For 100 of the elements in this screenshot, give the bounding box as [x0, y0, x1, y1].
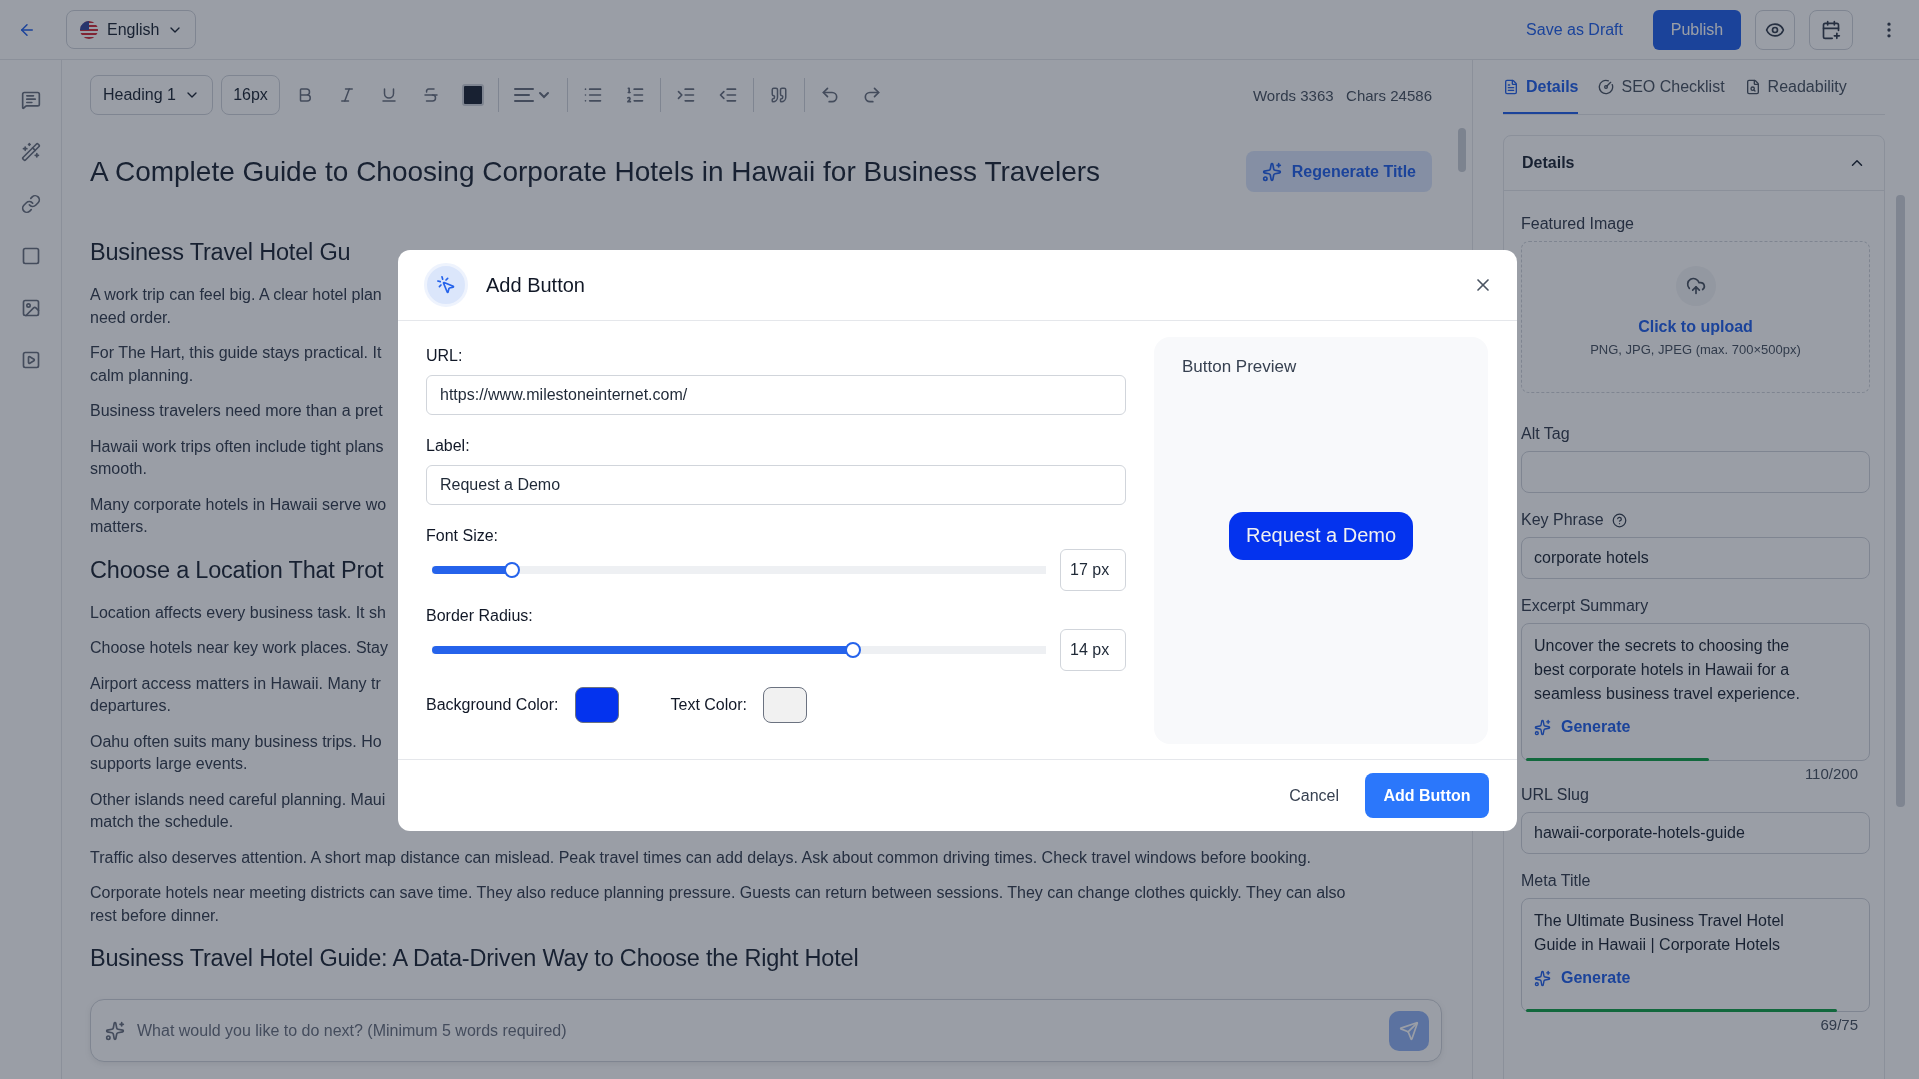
field-label: Alt Tag	[1521, 425, 1570, 443]
quote-icon[interactable]	[770, 86, 788, 104]
value-field[interactable]: 14 px	[1060, 629, 1126, 671]
paragraph: Choose hotels near key work places. Stay	[90, 638, 388, 658]
text-field[interactable]: https://www.milestoneinternet.com/	[426, 375, 1126, 415]
scrollbar-thumb[interactable]	[1458, 128, 1466, 172]
document-icon	[1503, 79, 1519, 95]
paragraph: Oahu often suits many business trips. Ho supports large events.	[90, 731, 382, 774]
document-search-icon	[1744, 79, 1761, 95]
text-field[interactable]: hawaii-corporate-hotels-guide	[1521, 812, 1870, 854]
paragraph: Many corporate hotels in Hawaii serve wo matters.	[90, 494, 387, 537]
upload-hint: PNG, JPG, JPEG (max. 700×500px)	[1590, 342, 1801, 357]
article-title: A Complete Guide to Choosing Corporate Hotels in Hawaii for Business Travelers	[90, 155, 1102, 188]
indent-icon[interactable]	[676, 85, 696, 105]
section-heading: Business Travel Hotel Guide: A Data-Driven Way to Choose the Right Hotel	[90, 944, 859, 973]
character-count: 69/75	[1819, 1016, 1858, 1033]
panel-tab[interactable]: Readability	[1744, 62, 1847, 114]
numbered-list-icon[interactable]	[625, 85, 645, 105]
text-area[interactable]: Uncover the secrets to choosing the best corporate hotels in Hawaii for a seamless business travel experience. Generate	[1521, 623, 1870, 761]
text-field[interactable]	[1521, 451, 1870, 493]
value-field[interactable]: 17 px	[1060, 549, 1126, 591]
block-style-select[interactable]: Heading 1	[90, 75, 213, 115]
link-icon[interactable]	[20, 194, 41, 214]
field-label: Background Color:	[426, 696, 559, 714]
chat-bubble-icon[interactable]	[20, 90, 41, 110]
field-label: Key Phrase	[1521, 511, 1604, 529]
field-label: Border Radius:	[426, 607, 534, 625]
magic-wand-icon[interactable]	[20, 142, 41, 162]
paragraph: Business travelers need more than a pret	[90, 401, 383, 421]
field-label: Excerpt Summary	[1521, 597, 1649, 615]
pointer-click-icon	[424, 263, 468, 307]
preview-title: Button Preview	[1182, 357, 1298, 377]
font-size-select[interactable]: 16px	[221, 75, 280, 115]
paragraph: Hawaii work trips often include tight plans smooth.	[90, 436, 384, 479]
sparkle-icon	[1534, 718, 1551, 736]
scrollbar-thumb[interactable]	[1896, 195, 1905, 807]
image-icon[interactable]	[20, 298, 41, 318]
outdent-icon[interactable]	[718, 85, 738, 105]
field-value: Uncover the secrets to choosing the best corporate hotels in Hawaii for a seamless business travel experience.	[1534, 636, 1801, 704]
prompt-input[interactable]: What would you like to do next? (Minimum 5 words required)	[135, 1020, 1379, 1041]
dialog-title: Add Button	[486, 273, 586, 297]
field-label: URL Slug	[1521, 786, 1589, 804]
field-label: URL:	[426, 347, 464, 365]
sparkle-icon	[105, 1020, 125, 1041]
field-value: The Ultimate Business Travel Hotel Guide in Hawaii | Corporate Hotels	[1534, 911, 1785, 955]
field-label: Meta Title	[1521, 872, 1591, 890]
slider-thumb[interactable]	[844, 642, 861, 658]
bullet-list-icon[interactable]	[583, 85, 603, 105]
underline-icon[interactable]	[380, 86, 398, 104]
sparkle-icon	[1534, 969, 1551, 987]
calendar-plus-icon	[1821, 19, 1841, 40]
cancel-button[interactable]: Cancel	[1281, 786, 1347, 805]
text-color-swatch[interactable]	[462, 84, 484, 106]
add-button[interactable]: Add Button	[1365, 773, 1489, 818]
square-icon[interactable]	[20, 246, 41, 266]
send-button[interactable]	[1389, 1010, 1429, 1051]
section-heading: Choose a Location That Prot	[90, 555, 384, 585]
undo-icon[interactable]	[820, 85, 840, 105]
color-swatch[interactable]	[574, 687, 619, 723]
panel-tab[interactable]: Details	[1503, 62, 1579, 114]
paragraph: Corporate hotels near meeting districts can save time. They also reduce planning pressure. Guests can return between sessions. They can change clothes quickly. They can also rest before dinner.	[90, 883, 1346, 926]
paragraph: Airport access matters in Hawaii. Many tr departures.	[90, 673, 381, 716]
paragraph: A work trip can feel big. A clear hotel plan need order.	[90, 285, 382, 328]
section-heading: Business Travel Hotel Gu	[90, 238, 351, 267]
preview-cta-button[interactable]: Request a Demo	[1228, 511, 1414, 560]
slider-thumb[interactable]	[503, 562, 520, 578]
color-swatch[interactable]	[763, 687, 807, 723]
publish-button[interactable]: Publish	[1653, 9, 1741, 50]
help-icon[interactable]	[1611, 512, 1627, 528]
video-icon[interactable]	[20, 350, 41, 370]
field-label: Featured Image	[1521, 215, 1634, 233]
language-select[interactable]: English	[66, 10, 197, 49]
preview-button[interactable]	[1755, 9, 1795, 50]
gauge-icon	[1598, 79, 1615, 95]
redo-icon[interactable]	[862, 85, 882, 105]
sparkle-icon	[1261, 161, 1282, 182]
field-label: Label:	[426, 437, 471, 455]
text-field[interactable]: Request a Demo	[426, 465, 1126, 505]
send-icon	[1399, 1020, 1419, 1041]
upload-link[interactable]: Click to upload	[1638, 318, 1753, 336]
paragraph: For The Hart, this guide stays practical. It calm planning.	[90, 343, 382, 386]
field-label: Text Color:	[670, 696, 747, 714]
schedule-button[interactable]	[1809, 9, 1853, 50]
text-field[interactable]: corporate hotels	[1521, 537, 1870, 579]
strikethrough-icon[interactable]	[422, 86, 440, 104]
text-area[interactable]: The Ultimate Business Travel Hotel Guide in Hawaii | Corporate Hotels Generate	[1521, 898, 1870, 1012]
panel-tab[interactable]: SEO Checklist	[1598, 62, 1725, 114]
paragraph: Location affects every business task. It sh	[90, 602, 386, 623]
generate-button[interactable]: Generate	[1534, 969, 1631, 987]
character-count: 110/200	[1803, 765, 1858, 782]
italic-icon[interactable]	[338, 86, 356, 104]
flag-icon	[79, 19, 99, 40]
generate-button[interactable]: Generate	[1534, 718, 1631, 736]
save-draft-link[interactable]: Save as Draft	[1526, 20, 1623, 39]
section-header[interactable]: Details	[1504, 136, 1884, 191]
upload-dropzone[interactable]: Click to upload PNG, JPG, JPEG (max. 700×500px)	[1521, 241, 1870, 393]
paragraph: Other islands need careful planning. Maui match the schedule.	[90, 789, 386, 832]
upload-cloud-icon	[1675, 266, 1716, 306]
paragraph: Traffic also deserves attention. A short map distance can mislead. Peak travel times can add delays. Ask about common driving times. Check travel windows before booking.	[90, 847, 1312, 868]
prompt-box[interactable]: What would you like to do next? (Minimum 5 words required)	[90, 999, 1442, 1062]
